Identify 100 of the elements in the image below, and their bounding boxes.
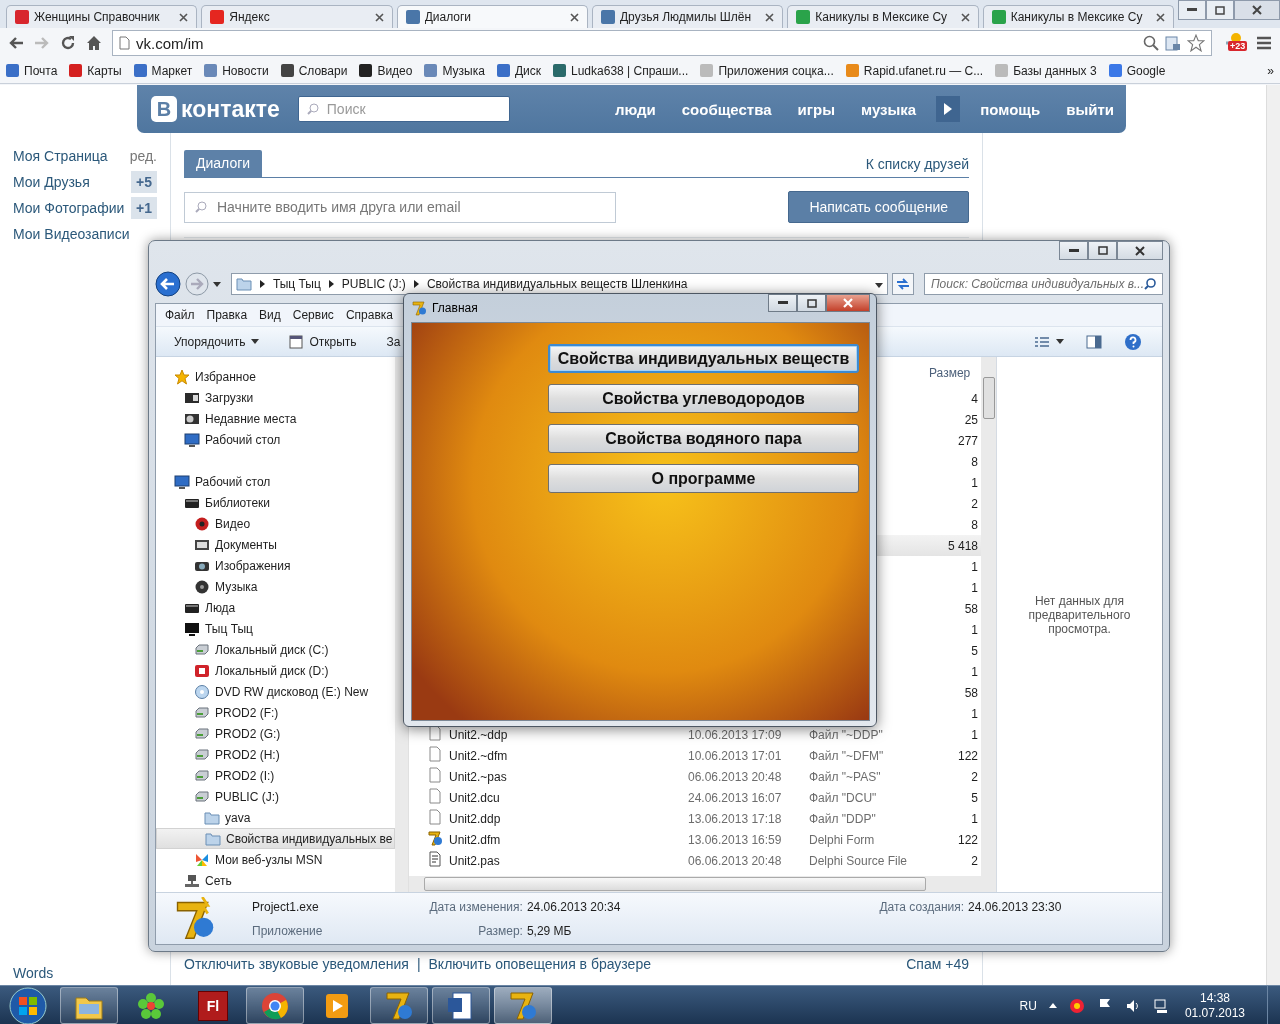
scrollbar[interactable] [1266, 85, 1280, 985]
browser-tab[interactable]: Друзья Людмилы Шлён [592, 5, 784, 28]
nav-link[interactable]: выйти [1066, 100, 1114, 118]
tree-item[interactable]: Изображения [156, 555, 395, 576]
menu-button[interactable]: Свойства водяного пара [548, 424, 859, 453]
language-indicator[interactable]: RU [1019, 998, 1037, 1013]
bookmark[interactable]: Новости [204, 63, 269, 78]
menu-item[interactable]: Справка [345, 308, 393, 322]
tree-item[interactable]: PUBLIC (J:) [156, 786, 395, 807]
bookmark[interactable]: Google [1108, 63, 1166, 78]
site-logo[interactable]: В контакте [151, 95, 280, 123]
maximize-button[interactable] [797, 294, 826, 312]
browser-tab[interactable]: Яндекс [201, 5, 393, 28]
menu-item[interactable]: Правка [206, 308, 248, 322]
menu-link[interactable]: Мои Видеозаписи [13, 226, 130, 242]
tree-item[interactable]: Рабочий стол [156, 429, 395, 450]
tree-item[interactable]: PROD2 (F:) [156, 702, 395, 723]
network-icon[interactable] [1152, 997, 1169, 1014]
minimize-button[interactable] [1178, 0, 1206, 20]
start-button[interactable] [6, 986, 50, 1024]
close-button[interactable] [1234, 0, 1280, 20]
star-icon[interactable] [1187, 34, 1205, 52]
menu-button[interactable]: О программе [548, 464, 859, 493]
browser-tab[interactable]: Женщины Справочник [6, 5, 198, 28]
tree-item[interactable]: Локальный диск (D:) [156, 660, 395, 681]
organize-button[interactable]: Упорядочить [174, 334, 260, 349]
close-icon[interactable] [1155, 12, 1165, 22]
menu-link[interactable]: Мои Фотографии [13, 200, 125, 216]
taskbar-button[interactable] [60, 987, 118, 1024]
breadcrumb[interactable]: Тыц Тыц [272, 277, 321, 291]
reload-icon[interactable] [60, 35, 76, 51]
bookmark[interactable]: Rapid.ufanet.ru — С... [845, 63, 984, 78]
file-row[interactable]: Unit2.~ddp 10.06.2013 17:09 Файл "~DDP" 1 [409, 724, 981, 745]
menu-link[interactable]: Мои Друзья [13, 174, 90, 190]
tree-item[interactable]: DVD RW дисковод (E:) New [156, 681, 395, 702]
tree-item[interactable]: PROD2 (G:) [156, 723, 395, 744]
bookmark[interactable]: Словари [280, 63, 348, 78]
taskbar-button[interactable] [370, 987, 428, 1024]
bookmark[interactable]: Почта [6, 63, 58, 78]
back-button[interactable] [155, 271, 181, 297]
minimize-button[interactable] [768, 294, 797, 312]
tree-item[interactable]: Недавние места [156, 408, 395, 429]
nav-link[interactable]: музыка [861, 100, 917, 118]
menu-link[interactable]: Моя Страница [13, 148, 108, 164]
tree-item[interactable]: Сеть [156, 870, 395, 891]
tree-item[interactable]: Свойства индивидуальных ве [156, 828, 395, 849]
nav-link[interactable]: сообщества [681, 100, 772, 118]
address-field[interactable]: vk.com/im [112, 30, 1212, 56]
tree-item[interactable]: Люда [156, 597, 395, 618]
tree-item[interactable]: PROD2 (H:) [156, 744, 395, 765]
tree-item[interactable]: Документы [156, 534, 395, 555]
compose-button[interactable]: Написать сообщение [788, 191, 969, 223]
bookmark[interactable]: Базы данных 3 [995, 63, 1097, 78]
tree-item[interactable]: Видео [156, 513, 395, 534]
toolbar-button[interactable]: За [386, 334, 401, 349]
refresh-button[interactable] [891, 273, 914, 295]
browser-tab[interactable]: Диалоги [396, 5, 588, 28]
bookmark[interactable]: Музыка [424, 63, 485, 78]
file-row[interactable]: Unit2.dfm 13.06.2013 16:59 Delphi Form 122 [409, 829, 981, 850]
close-icon[interactable] [960, 12, 970, 22]
bookmark[interactable]: Приложения соцка... [700, 63, 834, 78]
breadcrumb[interactable]: Свойства индивидуальных веществ Шленкина [426, 277, 688, 291]
tree-item[interactable]: PROD2 (I:) [156, 765, 395, 786]
help-icon[interactable] [1124, 332, 1142, 351]
chevron-icon[interactable] [413, 280, 419, 288]
maximize-button[interactable] [1088, 241, 1117, 260]
bookmark[interactable]: Ludka638 | Спраши... [553, 63, 689, 78]
browser-tab[interactable]: Каникулы в Мексике Су [787, 5, 979, 28]
chevron-icon[interactable] [328, 280, 334, 288]
menu-icon[interactable] [1256, 36, 1272, 50]
address-bar[interactable]: Тыц Тыц PUBLIC (J:) Свойства индивидуальных веществ Шленкина [230, 273, 888, 295]
menu-link[interactable]: Words [13, 965, 157, 985]
view-button[interactable] [1034, 335, 1064, 348]
tree-item[interactable]: Избранное [156, 366, 395, 387]
file-row[interactable]: Unit2.pas 06.06.2013 20:48 Delphi Source File 2 [409, 850, 981, 871]
bookmark[interactable]: Диск [496, 63, 541, 78]
vertical-scrollbar[interactable] [981, 357, 996, 892]
dialogs-tab[interactable]: Диалоги [184, 150, 263, 177]
tree-item[interactable]: Локальный диск (C:) [156, 639, 395, 660]
file-row[interactable]: Unit2.~dfm 10.06.2013 17:01 Файл "~DFM" 122 [409, 745, 981, 766]
tree-item[interactable]: Мои веб-узлы MSN [156, 849, 395, 870]
close-icon[interactable] [765, 12, 775, 22]
tree-item[interactable]: Музыка [156, 576, 395, 597]
file-row[interactable]: Unit2.ddp 13.06.2013 17:18 Файл "DDP" 1 [409, 808, 981, 829]
taskbar-button[interactable] [246, 987, 304, 1024]
minimize-button[interactable] [1059, 241, 1088, 260]
nav-link[interactable]: помощь [980, 100, 1041, 118]
tray-app-icon[interactable] [1068, 997, 1085, 1014]
horizontal-scrollbar[interactable] [409, 876, 981, 892]
nav-link[interactable]: игры [797, 100, 836, 118]
bookmark[interactable]: Видео [359, 63, 413, 78]
page-action-icon[interactable] [1165, 35, 1181, 51]
close-icon[interactable] [179, 12, 189, 22]
zoom-icon[interactable] [1143, 35, 1159, 51]
extension-button[interactable]: +23 [1222, 31, 1246, 55]
search-field[interactable]: Начните вводить имя друга или email [184, 191, 616, 223]
column-header[interactable]: Размер [929, 365, 978, 380]
edit-link[interactable]: ред. [129, 148, 157, 164]
menu-button[interactable]: Свойства углеводородов [548, 384, 859, 413]
close-icon[interactable] [374, 12, 384, 22]
